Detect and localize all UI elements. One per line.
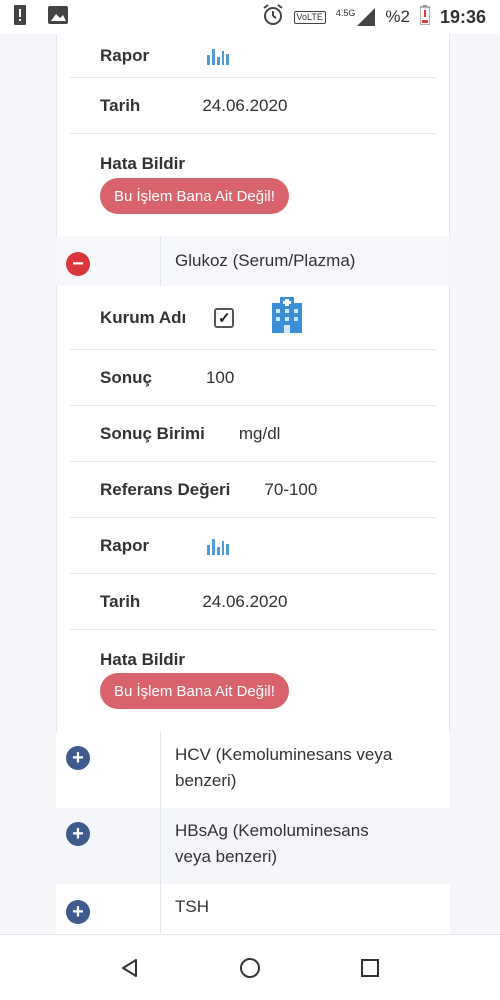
- expand-icon[interactable]: +: [66, 746, 90, 770]
- test-name: TSH: [160, 884, 450, 934]
- recents-square-icon: [361, 958, 379, 977]
- kurum-row: Kurum Adı ✓: [70, 286, 436, 350]
- tarih-row: Tarih 24.06.2020: [70, 574, 436, 630]
- navigation-bar: [0, 934, 500, 1000]
- hata-label: Hata Bildir: [100, 650, 186, 669]
- hata-row: Hata Bildir: [70, 134, 436, 174]
- tarih-row: Tarih 24.06.2020: [70, 78, 436, 134]
- test-row-tsh[interactable]: + TSH: [56, 884, 450, 934]
- results-content[interactable]: Rapor Tarih 24.06.2020 Hata Bildir Bu İş…: [0, 34, 500, 934]
- test-row-hcv[interactable]: + HCV (Kemoluminesans veya benzeri): [56, 732, 450, 808]
- referans-row: Referans Değeri 70-100: [70, 462, 436, 518]
- test-name-line: HBsAg (Kemoluminesans: [175, 821, 369, 840]
- clock: 19:36: [439, 6, 486, 27]
- volte-icon: VoLTE: [293, 10, 326, 24]
- tarih-label: Tarih: [100, 591, 141, 611]
- test-name: Glukoz (Serum/Plazma): [160, 236, 450, 286]
- alert-icon: [14, 4, 26, 30]
- battery-percent: %2: [385, 7, 410, 26]
- recents-button[interactable]: [350, 948, 390, 988]
- rapor-row: Rapor: [70, 518, 436, 574]
- report-error-button[interactable]: Bu İşlem Bana Ait Değil!: [100, 673, 289, 709]
- bar-chart-icon[interactable]: [207, 47, 230, 65]
- network-label: 4.5G: [335, 8, 356, 18]
- hata-row: Hata Bildir: [70, 630, 436, 670]
- sonuc-label: Sonuç: [100, 367, 152, 387]
- home-circle-icon: [240, 957, 260, 978]
- sonuc-birimi-row: Sonuç Birimi mg/dl: [70, 406, 436, 462]
- home-button[interactable]: [230, 948, 270, 988]
- test-name-line: HCV (Kemoluminesans veya: [175, 745, 393, 764]
- tarih-value: 24.06.2020: [202, 591, 288, 611]
- tarih-value: 24.06.2020: [202, 95, 288, 115]
- alarm-icon: [262, 3, 284, 31]
- sonuc-row: Sonuç 100: [70, 350, 436, 406]
- expand-icon[interactable]: +: [66, 822, 90, 846]
- referans-value: 70-100: [264, 479, 318, 499]
- test-name: HBsAg (Kemoluminesans veya benzeri): [160, 808, 450, 884]
- image-icon: [48, 5, 68, 29]
- referans-label: Referans Değeri: [100, 479, 231, 499]
- hata-label: Hata Bildir: [100, 154, 186, 173]
- back-triangle-icon: [122, 958, 137, 977]
- bar-chart-icon[interactable]: [207, 537, 230, 555]
- test-row-glukoz[interactable]: − Glukoz (Serum/Plazma): [56, 236, 450, 286]
- sonuc-value: 100: [205, 367, 235, 387]
- expand-icon[interactable]: +: [66, 900, 90, 924]
- back-button[interactable]: [110, 948, 150, 988]
- signal-icon: 4.5G: [336, 8, 376, 26]
- rapor-row: Rapor: [70, 34, 436, 78]
- test-name-line: veya benzeri): [175, 847, 278, 867]
- kurum-label: Kurum Adı: [100, 307, 187, 327]
- hospital-icon: [268, 297, 306, 338]
- test-row-hbsag[interactable]: + HBsAg (Kemoluminesans veya benzeri): [56, 808, 450, 884]
- status-bar: VoLTE 4.5G %2 19:36: [0, 0, 500, 34]
- report-error-button[interactable]: Bu İşlem Bana Ait Değil!: [100, 178, 289, 214]
- test-name-line: TSH: [175, 897, 209, 916]
- rapor-label: Rapor: [100, 535, 150, 555]
- rapor-label: Rapor: [100, 45, 150, 65]
- test-name-line: benzeri): [175, 771, 237, 791]
- kurum-checkbox[interactable]: ✓: [214, 307, 235, 328]
- collapse-icon[interactable]: −: [66, 252, 90, 276]
- tarih-label: Tarih: [100, 95, 141, 115]
- sonuc-birimi-value: mg/dl: [238, 423, 281, 443]
- sonuc-birimi-label: Sonuç Birimi: [100, 423, 205, 443]
- test-name: HCV (Kemoluminesans veya benzeri): [160, 732, 450, 808]
- battery-icon: [419, 4, 431, 30]
